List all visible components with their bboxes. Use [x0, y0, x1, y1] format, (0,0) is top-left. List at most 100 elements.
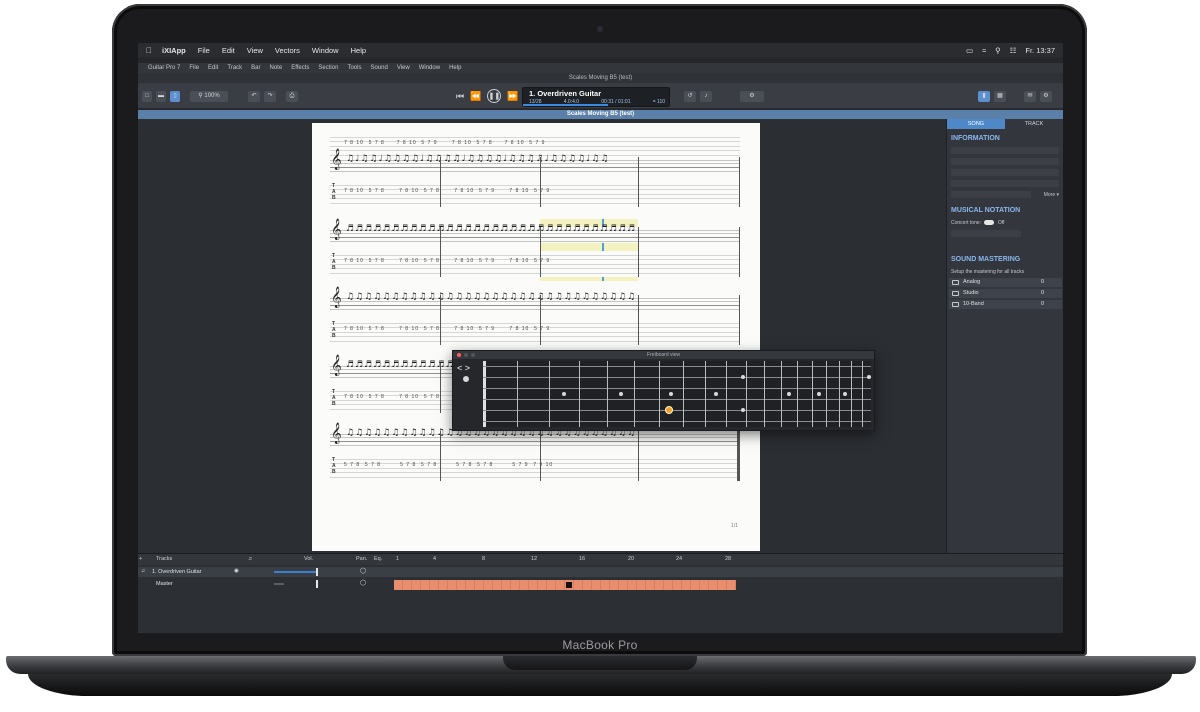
tuner-icon[interactable]: ⚙ [740, 91, 764, 102]
more-button[interactable]: More ▾ [1044, 192, 1059, 198]
menu-app[interactable]: iXIApp [162, 46, 186, 55]
rewind-icon[interactable]: ⏪ [470, 91, 481, 102]
master-pan-knob[interactable]: ◯ [360, 580, 366, 586]
menu-help[interactable]: Help [351, 46, 366, 55]
control-center-icon[interactable]: ☷ [1010, 46, 1017, 55]
view-horizontal-icon[interactable]: ▬ [156, 91, 166, 102]
app-menu-item[interactable]: Sound [370, 65, 387, 71]
volume-label: Vol. [304, 556, 314, 562]
wifi-icon[interactable]: ≈ [982, 46, 986, 55]
mastering-row[interactable]: 10-Band 0 [949, 300, 1062, 309]
title-field[interactable] [951, 147, 1059, 154]
instrument-view-icon[interactable]: ▦ [994, 91, 1006, 102]
pause-button[interactable]: ❚❚ [487, 89, 502, 103]
lcd-tempo: = 110 [652, 99, 665, 105]
app-menu-item[interactable]: File [189, 65, 199, 71]
visibility-icon[interactable]: ◉ [234, 568, 239, 574]
close-window-icon[interactable] [457, 353, 461, 357]
tracks-header: + Tracks ♬ Vol. Pan. Eq. 1 4 8 12 16 20 … [138, 554, 1063, 565]
fret-inlay [619, 392, 623, 396]
fretboard-window[interactable]: Fretboard view < > [452, 350, 875, 431]
app-menu-item[interactable]: Track [227, 65, 242, 71]
mastering-row[interactable]: Studio 0 [949, 289, 1062, 298]
score-system[interactable]: 𝄞 ♬♬♬♬♬♬♬♬♬♬♬♬♬♬♬♬♬♬♬♬♬♬♬♬♬♬♬♬♬♬♬♬ TAB 7… [330, 219, 740, 283]
app-menu-item[interactable]: Effects [291, 65, 309, 71]
inspector-toggle-icon[interactable]: ▮ [978, 91, 990, 102]
track-row[interactable]: ♫ 1. Overdriven Guitar ◉ ◯ [138, 567, 1063, 590]
bar-number: 20 [628, 556, 635, 562]
pan-knob[interactable]: ◯ [360, 568, 366, 574]
bar-number: 28 [725, 556, 732, 562]
volume-knob[interactable] [316, 568, 318, 576]
mastering-row[interactable]: Analog 0 [949, 278, 1062, 287]
menu-view[interactable]: View [247, 46, 263, 55]
zoom-control[interactable]: ⚲ 100% [190, 91, 228, 102]
fretboard-neck[interactable] [483, 361, 871, 427]
menu-file[interactable]: File [198, 46, 210, 55]
notation-options[interactable] [951, 230, 1021, 237]
loop-icon[interactable]: ↺ [684, 91, 696, 102]
app-menu-item[interactable]: Tools [347, 65, 361, 71]
tab-clef: TAB [332, 457, 336, 475]
tab-track[interactable]: TRACK [1005, 119, 1063, 129]
master-volume-knob[interactable] [316, 580, 318, 588]
sound-mastering-header: SOUND MASTERING [951, 256, 1021, 263]
album-field[interactable] [951, 180, 1059, 187]
minimize-window-icon[interactable] [464, 353, 468, 357]
fret [851, 361, 852, 427]
fret-inlay [817, 392, 821, 396]
headphones-icon[interactable]: ♬ [248, 556, 254, 562]
score-system[interactable]: 𝄞 ♫♫♫♫♫♫♫♫♫♫♫♫♫♫♫♫♫♫♫♫♫♫♫♫♫♫♫♫♫♫♫♫ TAB 5… [330, 425, 740, 487]
app-menu-item[interactable]: Note [270, 65, 283, 71]
app-menu-item[interactable]: Help [449, 65, 461, 71]
fret [549, 361, 550, 427]
print-icon[interactable]: ⎙ [286, 91, 298, 102]
chat-icon[interactable]: ✉ [1024, 91, 1036, 102]
score-system[interactable]: 𝄞 ♫♫♫♫♫♫♫♫♫♫♫♫♫♫♫♫♫♫♫♫♫♫♫♫♫♫♫♫♫♫♫♫ TAB 7… [330, 289, 740, 351]
go-start-icon[interactable]: ⏮ [456, 91, 464, 102]
fretboard-nav-arrows[interactable]: < > [457, 363, 470, 373]
apple-icon[interactable]:  [146, 46, 152, 55]
concert-tone-toggle[interactable] [984, 220, 995, 226]
menubar-clock[interactable]: Fr. 13:37 [1025, 46, 1055, 55]
settings-icon[interactable]: ⚙ [1040, 91, 1052, 102]
fret-inlay [843, 392, 847, 396]
view-vertical-icon[interactable]: ▯ [170, 91, 180, 102]
app-menu-item[interactable]: Window [419, 65, 440, 71]
app-menu-item[interactable]: Section [318, 65, 338, 71]
master-volume-slider[interactable] [274, 583, 284, 585]
undo-icon[interactable]: ↶ [248, 91, 260, 102]
menu-window[interactable]: Window [312, 46, 339, 55]
view-page-icon[interactable]: □ [142, 91, 152, 102]
redo-icon[interactable]: ↷ [264, 91, 276, 102]
information-header: INFORMATION [951, 135, 1000, 142]
musical-notation-header: MUSICAL NOTATION [951, 207, 1021, 214]
add-track-icon[interactable]: + [139, 556, 142, 562]
lcd-display[interactable]: 1. Overdriven Guitar 13/28 4.0:4.0 00:31… [522, 87, 670, 107]
tab-song[interactable]: SONG [947, 119, 1005, 129]
metronome-icon[interactable]: ♪ [700, 91, 712, 102]
fretboard-title-bar[interactable]: Fretboard view [453, 351, 874, 359]
treble-clef: 𝄞 [331, 355, 342, 376]
subtitle-field[interactable] [951, 158, 1059, 165]
zoom-window-icon[interactable] [471, 353, 475, 357]
app-menu-item[interactable]: Guitar Pro 7 [148, 65, 180, 71]
menu-vectors[interactable]: Vectors [275, 46, 300, 55]
copyright-field[interactable] [951, 191, 1031, 198]
app-menu-item[interactable]: Edit [208, 65, 218, 71]
fretboard-settings-icon[interactable] [463, 376, 469, 382]
barline [638, 295, 639, 345]
forward-icon[interactable]: ⏩ [507, 91, 518, 102]
menu-edit[interactable]: Edit [222, 46, 235, 55]
tab-clef: TAB [332, 321, 336, 339]
score-page[interactable]: 7 8 10 5 7 8 7 8 10 5 7 9 7 8 10 5 7 8 7… [312, 123, 760, 551]
app-menu-item[interactable]: View [397, 65, 410, 71]
app-menu-item[interactable]: Bar [251, 65, 260, 71]
volume-slider[interactable] [274, 571, 316, 573]
search-icon[interactable]: ⚲ [995, 46, 1001, 55]
battery-icon[interactable]: ▭ [966, 46, 973, 55]
bar-number: 16 [579, 556, 586, 562]
artist-field[interactable] [951, 169, 1059, 176]
score-system[interactable]: 𝄞 ♫♩♫♫♩♫♫♫♫♩♫♫♫♫♩♫♫♫♫♩♫♫♫♫♩♫♫♫♫♩♫♫ TAB 7… [330, 151, 740, 213]
track-row[interactable]: Master ◯ [138, 579, 1063, 589]
